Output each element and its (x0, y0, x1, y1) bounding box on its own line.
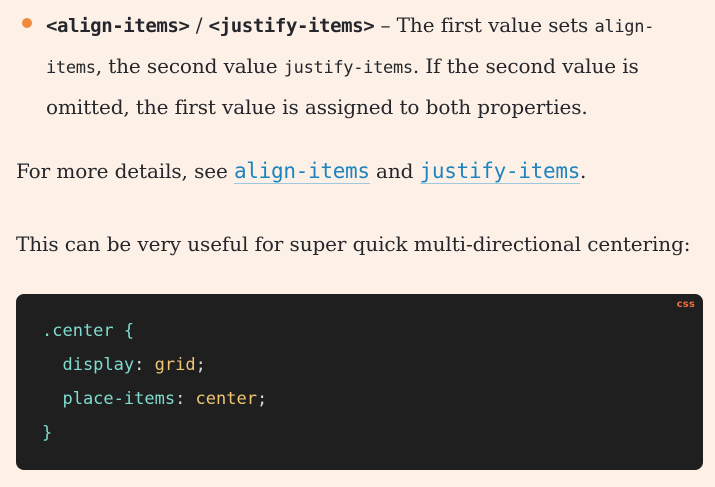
useful-paragraph: This can be very useful for super quick … (16, 232, 691, 256)
code-line-4: } (42, 416, 703, 450)
slash-separator: / (189, 13, 209, 37)
bullet-text: <align-items> / <justify-items> – The fi… (46, 6, 710, 127)
details-prefix: For more details, see (16, 159, 234, 183)
code-semicolon: ; (195, 355, 206, 375)
code-selector: .center (42, 321, 114, 341)
code-justify-items: justify-items (283, 58, 413, 78)
align-items-link[interactable]: align-items (233, 159, 370, 184)
bullet-dot-icon (22, 18, 32, 28)
code-semicolon: ; (256, 389, 268, 409)
code-value-grid: grid (154, 355, 196, 375)
details-suffix: . (580, 159, 587, 183)
code-line-1: .center { (42, 314, 703, 348)
code-open-brace: { (113, 321, 135, 341)
code-language-label: css (676, 299, 695, 310)
code-block[interactable]: css .center { display: grid; place-items… (16, 294, 703, 470)
code-line-3: place-items: center; (42, 382, 703, 416)
code-colon: : (175, 389, 196, 409)
code-line-2: display: grid; (42, 348, 703, 382)
justify-items-link[interactable]: justify-items (419, 159, 580, 184)
code-property-place-items: place-items (42, 389, 176, 409)
code-property-display: display (42, 355, 135, 375)
code-justify-items-type: <justify-items> (208, 15, 375, 37)
bullet-text-intro: – The first value sets (374, 13, 595, 37)
details-conjunction: and (369, 159, 420, 183)
code-value-center: center (195, 389, 257, 409)
bullet-list-item: <align-items> / <justify-items> – The fi… (20, 6, 710, 127)
code-colon: : (134, 355, 155, 375)
code-align-items-type: <align-items> (46, 15, 190, 37)
bullet-text-middle: , the second value (95, 54, 284, 78)
details-paragraph: For more details, see align-items and ju… (16, 156, 586, 186)
code-close-brace: } (42, 423, 53, 443)
